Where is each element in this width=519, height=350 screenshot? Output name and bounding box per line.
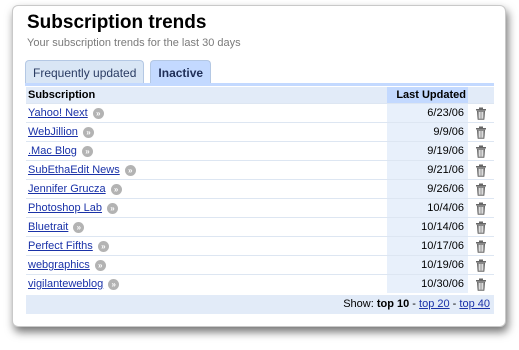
last-updated-cell: 10/17/06 — [387, 236, 468, 256]
trash-icon[interactable] — [468, 164, 494, 177]
pagination-footer: Show: top 10 - top 20 - top 40 — [26, 295, 494, 314]
go-arrow-icon[interactable]: » — [110, 183, 122, 195]
subscription-link[interactable]: WebJillion — [28, 126, 78, 138]
delete-cell — [468, 217, 494, 237]
last-updated-cell: 10/14/06 — [387, 217, 468, 237]
last-updated-cell: 10/4/06 — [387, 198, 468, 218]
separator: - — [409, 298, 420, 310]
go-arrow-icon[interactable]: » — [124, 164, 136, 176]
subscription-link[interactable]: Jennifer Grucza — [28, 183, 106, 195]
show-label: Show: — [343, 298, 374, 310]
delete-cell — [468, 179, 494, 199]
option-top-20[interactable]: top 20 — [419, 298, 450, 310]
subscription-link[interactable]: Yahoo! Next — [28, 107, 88, 119]
subscription-cell: Bluetrait » — [26, 217, 387, 237]
subscription-cell: vigilanteweblog » — [26, 274, 387, 293]
go-arrow-icon[interactable]: » — [97, 240, 109, 252]
tab-frequently-updated[interactable]: Frequently updated — [25, 60, 145, 84]
subscription-cell: webgraphics » — [26, 255, 387, 275]
table-row: WebJillion » 9/9/06 — [26, 122, 494, 142]
subscriptions-table: Subscription Last Updated Yahoo! Next » 6/… — [26, 87, 494, 293]
go-arrow-icon[interactable]: » — [73, 221, 85, 233]
go-arrow-icon[interactable]: » — [94, 259, 106, 271]
trash-icon[interactable] — [468, 145, 494, 158]
subscription-trends-panel: Subscription trends Your subscription tr… — [12, 5, 506, 327]
delete-cell — [468, 198, 494, 218]
trash-icon[interactable] — [468, 183, 494, 196]
last-updated-cell: 9/19/06 — [387, 141, 468, 161]
separator: - — [449, 298, 460, 310]
delete-cell — [468, 103, 494, 123]
trash-icon[interactable] — [468, 240, 494, 253]
panel-title: Subscription trends — [27, 12, 207, 33]
trash-icon[interactable] — [468, 202, 494, 215]
last-updated-cell: 10/19/06 — [387, 255, 468, 275]
table-row: webgraphics » 10/19/06 — [26, 255, 494, 275]
subscription-link[interactable]: SubEthaEdit News — [28, 164, 120, 176]
option-top-40[interactable]: top 40 — [459, 298, 490, 310]
go-arrow-icon[interactable]: » — [107, 202, 119, 214]
table-row: vigilanteweblog » 10/30/06 — [26, 274, 494, 293]
delete-cell — [468, 122, 494, 142]
subscription-link[interactable]: vigilanteweblog — [28, 278, 103, 290]
subscription-link[interactable]: .Mac Blog — [28, 145, 77, 157]
table-row: Yahoo! Next » 6/23/06 — [26, 103, 494, 123]
table-row: Jennifer Grucza » 9/26/06 — [26, 179, 494, 199]
subscription-cell: Photoshop Lab » — [26, 198, 387, 218]
last-updated-cell: 6/23/06 — [387, 103, 468, 123]
table-row: .Mac Blog » 9/19/06 — [26, 141, 494, 161]
header-actions — [468, 87, 494, 104]
subscription-cell: Perfect Fifths » — [26, 236, 387, 256]
table-header-row: Subscription Last Updated — [26, 87, 494, 104]
delete-cell — [468, 274, 494, 293]
trash-icon[interactable] — [468, 278, 494, 291]
subscription-link[interactable]: Perfect Fifths — [28, 240, 93, 252]
go-arrow-icon[interactable]: » — [82, 126, 94, 138]
subscription-link[interactable]: Photoshop Lab — [28, 202, 102, 214]
option-top-10: top 10 — [376, 298, 410, 310]
go-arrow-icon[interactable]: » — [108, 278, 120, 290]
delete-cell — [468, 160, 494, 180]
go-arrow-icon[interactable]: » — [81, 145, 93, 157]
subscription-cell: .Mac Blog » — [26, 141, 387, 161]
tab-underline — [25, 83, 494, 86]
table-row: Bluetrait » 10/14/06 — [26, 217, 494, 237]
table-row: Photoshop Lab » 10/4/06 — [26, 198, 494, 218]
header-subscription: Subscription — [26, 87, 387, 104]
last-updated-cell: 9/21/06 — [387, 160, 468, 180]
delete-cell — [468, 141, 494, 161]
subscription-cell: WebJillion » — [26, 122, 387, 142]
subscription-cell: Yahoo! Next » — [26, 103, 387, 123]
delete-cell — [468, 255, 494, 275]
subscription-cell: Jennifer Grucza » — [26, 179, 387, 199]
last-updated-cell: 9/26/06 — [387, 179, 468, 199]
subscription-link[interactable]: webgraphics — [28, 259, 90, 271]
subscription-cell: SubEthaEdit News » — [26, 160, 387, 180]
header-last-updated[interactable]: Last Updated — [387, 87, 468, 104]
last-updated-cell: 9/9/06 — [387, 122, 468, 142]
subscription-link[interactable]: Bluetrait — [28, 221, 68, 233]
trash-icon[interactable] — [468, 107, 494, 120]
tab-bar: Frequently updated Inactive — [25, 60, 217, 84]
table-row: SubEthaEdit News » 9/21/06 — [26, 160, 494, 180]
panel-subtitle: Your subscription trends for the last 30… — [27, 37, 241, 49]
trash-icon[interactable] — [468, 126, 494, 139]
trash-icon[interactable] — [468, 259, 494, 272]
delete-cell — [468, 236, 494, 256]
go-arrow-icon[interactable]: » — [92, 107, 104, 119]
trash-icon[interactable] — [468, 221, 494, 234]
last-updated-cell: 10/30/06 — [387, 274, 468, 293]
table-row: Perfect Fifths » 10/17/06 — [26, 236, 494, 256]
tab-inactive[interactable]: Inactive — [150, 60, 212, 84]
